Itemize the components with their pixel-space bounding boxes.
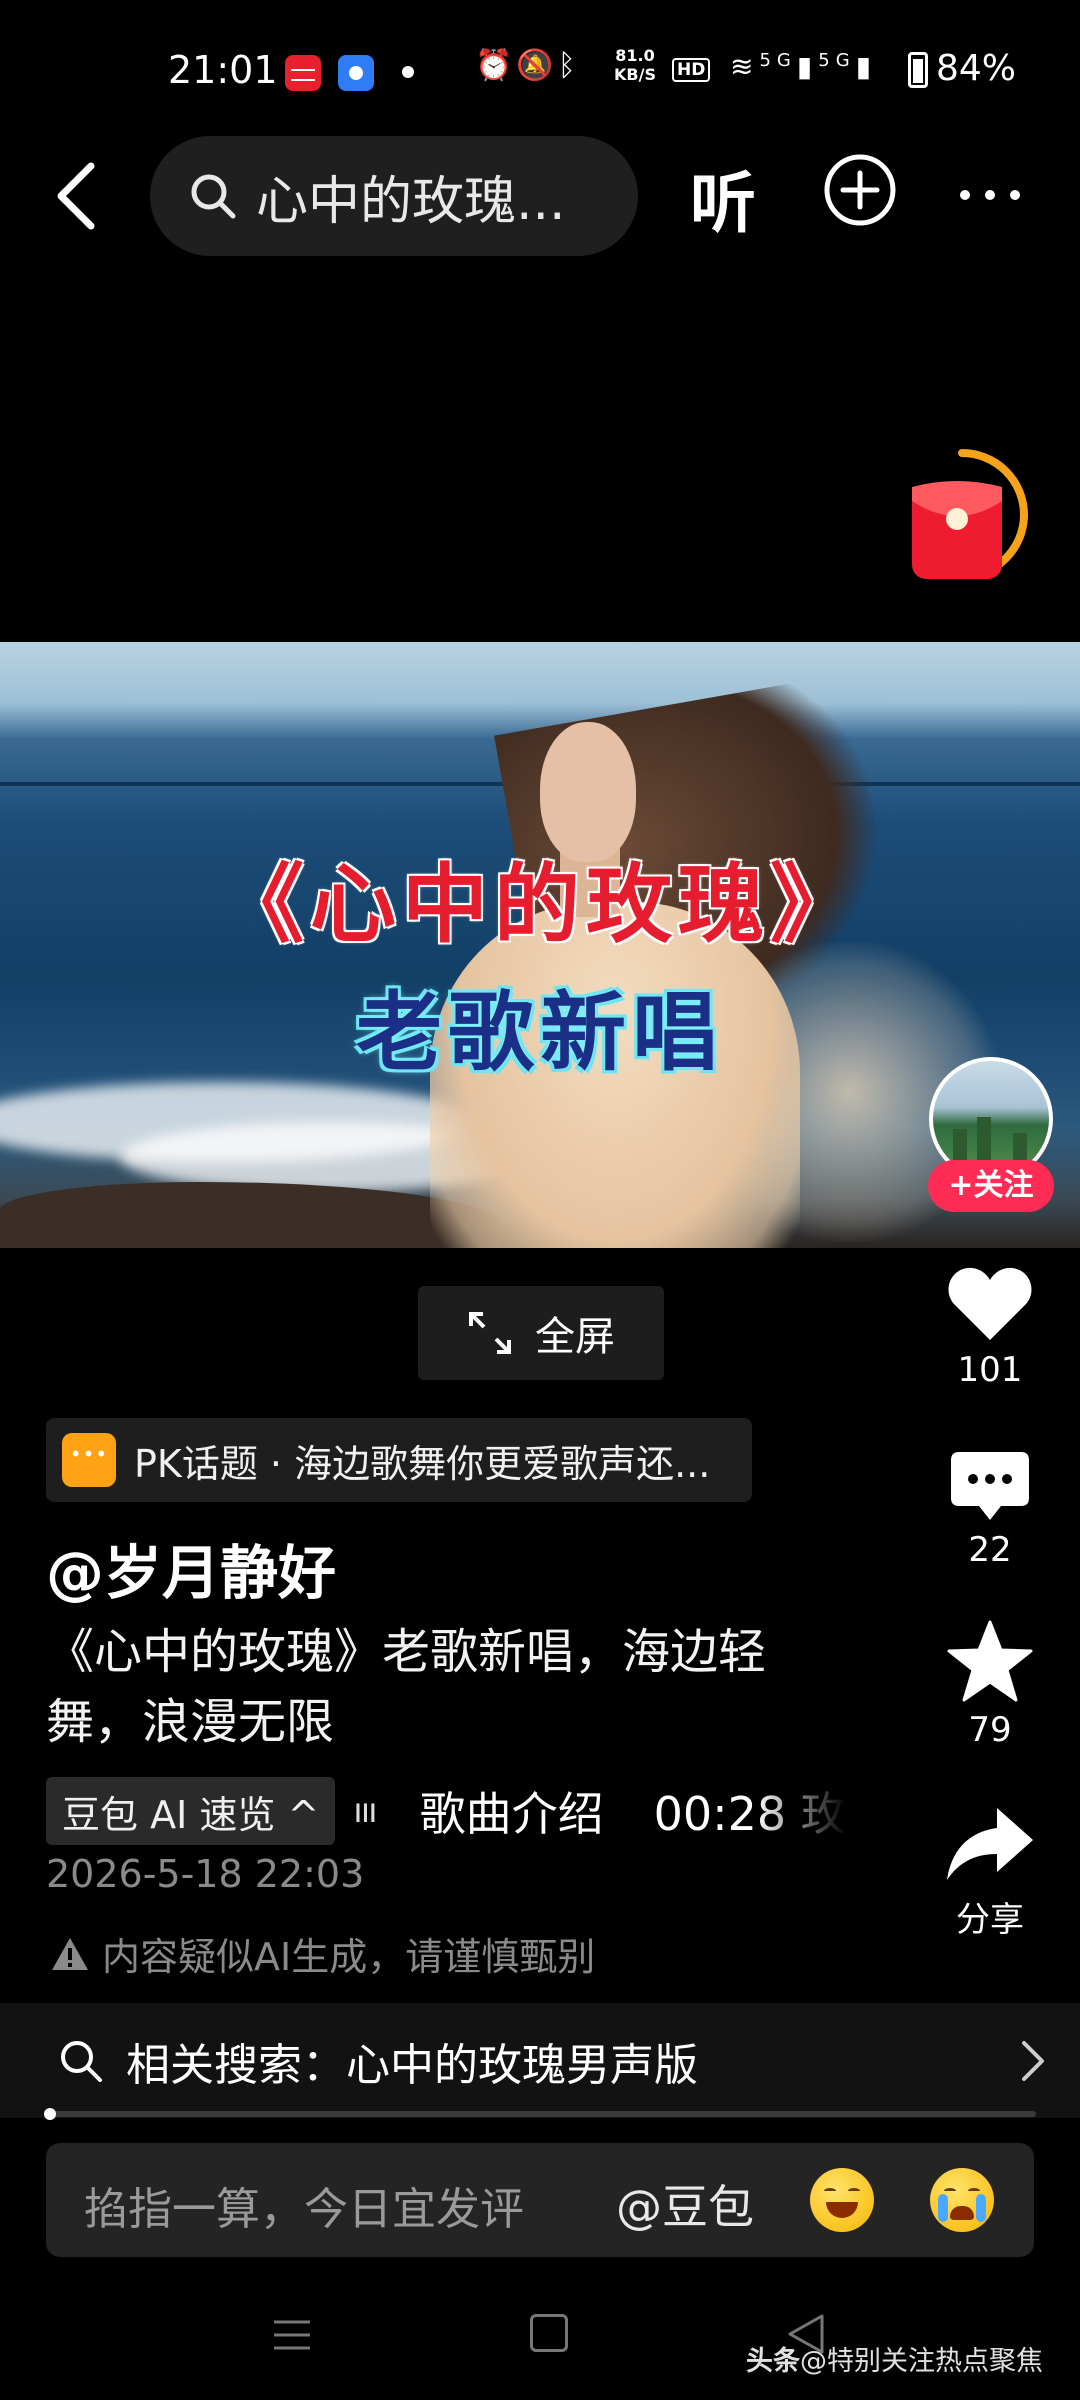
chevron-right-icon [1022,2041,1044,2081]
grinning-squint-emoji-icon[interactable] [810,2168,874,2232]
song-intro-chip[interactable]: 歌曲介绍 [420,1778,604,1844]
post-description: 《心中的玫瑰》老歌新唱，海边轻舞，浪漫无限 [46,1624,767,1750]
emoji-eye [968,2188,980,2194]
network-speed: 81.0 KB/S [614,46,656,84]
pk-topic-banner[interactable]: PK话题 · 海边歌舞你更爱歌声还... [46,1418,752,1502]
emoji-tear [938,2194,948,2222]
emoji-eye [848,2188,860,2194]
ai-summary-chip[interactable]: 豆包 AI 速览 ^ [46,1777,336,1845]
home-square-icon[interactable] [530,2314,568,2352]
signal-2-label: 5G [818,50,856,71]
ai-warning: 内容疑似AI生成，请谨慎甄别 [50,1926,595,1981]
listen-button[interactable]: 听 [690,150,756,246]
emoji-eye [824,2188,836,2194]
like-count: 101 [957,1350,1023,1390]
watermark-handle: @特别关注热点聚焦 [800,2346,1043,2377]
search-icon [61,2040,102,2082]
battery-icon [908,52,928,88]
share-action[interactable]: 分享 [930,1804,1050,1941]
chat-topic-icon [62,1433,116,1487]
star-icon [947,1620,1033,1702]
mute-icon: 🔕 [516,48,558,83]
watermark-brand: 头条 [746,2346,800,2377]
progress-knob[interactable] [43,2108,56,2120]
more-notifications-dot [402,66,414,78]
watermark: 头条@特别关注热点聚焦 [746,2339,1043,2378]
favorite-action[interactable]: 79 [930,1620,1050,1750]
post-date: 2026-5-18 22:03 [46,1852,365,1896]
baidu-app-icon [338,55,374,91]
wifi-icon: ≋ [730,50,760,83]
comment-action[interactable]: 22 [930,1450,1050,1570]
share-label: 分享 [956,1900,1024,1940]
expand-icon [469,1312,511,1354]
pk-topic-text: PK话题 · 海边歌舞你更爱歌声还... [134,1441,711,1486]
comment-placeholder[interactable]: 掐指一算，今日宜发评 [84,2173,524,2237]
status-time: 21:01 [168,48,278,92]
emoji-mouth [950,2206,974,2220]
fullscreen-label: 全屏 [535,1314,615,1360]
video-title-line2: 老歌新唱 [356,982,724,1083]
video-progress-bar[interactable] [43,2108,1036,2120]
warning-icon [52,1937,88,1970]
bluetooth-icon: ᛒ [557,48,580,83]
comment-input-bar[interactable]: 掐指一算，今日宜发评 @豆包 [46,2143,1034,2257]
related-search-row[interactable]: 相关搜索：心中的玫瑰男声版 [0,2003,1080,2118]
signal-indicators: ≋5G▮5G▮ [730,50,877,83]
follow-button[interactable]: +关注 [928,1160,1054,1212]
notification-app-icon [285,55,321,91]
like-action[interactable]: 101 [930,1264,1050,1390]
comment-bubble-icon [951,1452,1029,1520]
search-icon [191,174,236,219]
network-speed-unit: KB/S [614,65,656,84]
more-options-icon[interactable] [955,170,1025,220]
author-name[interactable]: @岁月静好 [46,1526,336,1610]
network-speed-value: 81.0 [615,46,655,65]
menu-icon[interactable] [272,2318,312,2352]
signal-bars-icon: ▮ [796,50,819,83]
shore-rock [0,1182,500,1248]
related-search-text: 相关搜索：心中的玫瑰男声版 [126,2039,698,2091]
alarm-icon: ⏰ [475,48,517,83]
back-arrow-icon [57,162,95,230]
mention-doubao-button[interactable]: @豆包 [616,2171,754,2237]
back-button[interactable] [40,152,110,240]
search-query: 心中的玫瑰... [256,171,566,232]
emoji-mouth [826,2202,858,2218]
heart-icon [948,1267,1032,1340]
emoji-eye [944,2188,956,2194]
timestamp-chip[interactable]: 00:28 玫 [654,1778,846,1844]
signal-1-label: 5G [759,50,797,71]
signal-bars-icon: ▮ [855,50,878,83]
red-envelope-icon[interactable] [900,445,1040,590]
hd-badge: HD [672,58,711,82]
comment-count: 22 [968,1530,1012,1570]
emoji-tear [976,2194,986,2222]
post-chips: 豆包 AI 速览 ^ ııı 歌曲介绍 00:28 玫 [46,1777,846,1845]
status-icons: ⏰🔕ᛒ [475,48,580,83]
audio-wave-icon: ııı [353,1791,377,1831]
fullscreen-button[interactable]: 全屏 [418,1286,664,1380]
add-circle-icon[interactable] [822,152,898,228]
battery-percent: 84% [936,48,1017,89]
share-arrow-icon [947,1808,1033,1880]
status-bar: 21:01 ⏰🔕ᛒ 81.0 KB/S HD ≋5G▮5G▮ 84% [0,0,1080,140]
search-bar[interactable]: 心中的玫瑰... [150,136,638,256]
ai-warning-text: 内容疑似AI生成，请谨慎甄别 [102,1935,596,1979]
loudly-crying-emoji-icon[interactable] [930,2168,994,2232]
video-player[interactable]: 《心中的玫瑰》 老歌新唱 [0,642,1080,1248]
video-title-line1: 《心中的玫瑰》 [218,854,862,955]
favorite-count: 79 [968,1710,1012,1750]
